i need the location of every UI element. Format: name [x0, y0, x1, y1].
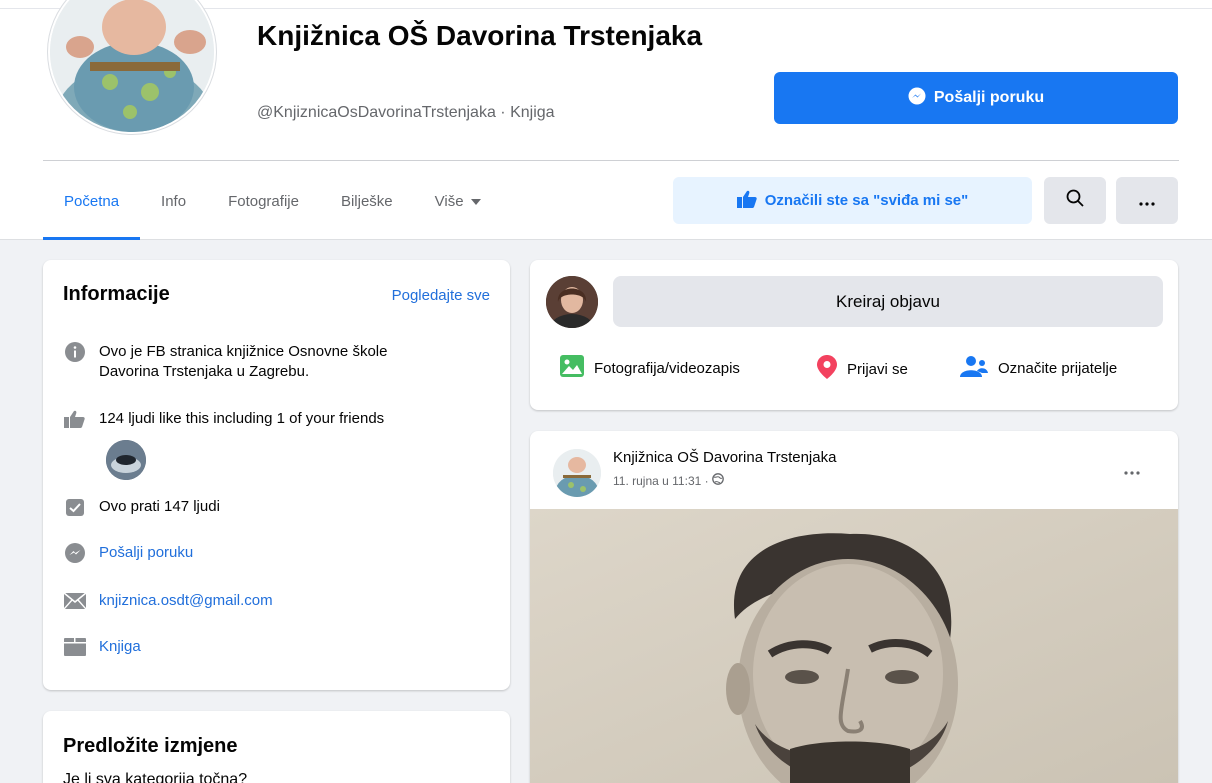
- tab-more[interactable]: Više: [414, 162, 503, 240]
- tab-more-label: Više: [434, 192, 464, 210]
- followers-count: Ovo prati 147 ljudi: [99, 498, 220, 515]
- followers-row: Ovo prati 147 ljudi: [63, 497, 220, 517]
- email-row: knjiznica.osdt@gmail.com: [63, 591, 273, 611]
- post-author-name[interactable]: Knjižnica OŠ Davorina Trstenjaka: [613, 449, 836, 466]
- more-icon: [1124, 462, 1140, 480]
- post-more-button[interactable]: [1116, 459, 1148, 483]
- caret-down-icon: [470, 193, 482, 210]
- book-icon: [63, 637, 87, 657]
- tab-info[interactable]: Info: [140, 162, 207, 240]
- post-meta: 11. rujna u 11:31 ·: [613, 473, 724, 488]
- send-message-label: Pošalji poruku: [933, 89, 1045, 106]
- photo-video-label: Fotografija/videozapis: [594, 359, 740, 377]
- suggest-edits-title: Predložite izmjene: [63, 735, 238, 757]
- tab-home[interactable]: Početna: [43, 162, 141, 240]
- info-description-row: Ovo je FB stranica knjižnice Osnovne ško…: [63, 342, 483, 382]
- tag-friends-icon: [960, 355, 988, 381]
- tab-notes-label: Bilješke: [340, 192, 393, 210]
- globe-icon: [711, 473, 724, 488]
- suggest-edits-card: Predložite izmjene Je li sva kategorija …: [43, 711, 510, 783]
- tab-info-label: Info: [161, 192, 187, 210]
- tab-photos-label: Fotografije: [228, 192, 299, 210]
- category-row: Knjiga: [63, 637, 141, 657]
- tab-photos[interactable]: Fotografije: [207, 162, 320, 240]
- check-in-action[interactable]: Prijavi se: [817, 355, 908, 383]
- tag-friends-label: Označite prijatelje: [998, 359, 1118, 377]
- page-profile-picture[interactable]: [48, 0, 216, 134]
- thumbs-up-icon: [736, 190, 757, 212]
- info-card: Informacije Pogledajte sve Ovo je FB str…: [43, 260, 510, 690]
- send-message-button[interactable]: Pošalji poruku: [774, 72, 1178, 124]
- header-divider: [43, 160, 1179, 161]
- send-message-link[interactable]: Pošalji poruku: [99, 543, 193, 563]
- location-pin-icon: [817, 355, 837, 383]
- photo-video-action[interactable]: Fotografija/videozapis: [560, 355, 740, 381]
- tab-notes[interactable]: Bilješke: [320, 162, 414, 240]
- info-card-title: Informacije: [63, 283, 170, 305]
- page-tabs: Početna Info Fotografije Bilješke Više: [43, 162, 503, 240]
- messenger-icon: [63, 543, 87, 563]
- messenger-icon: [908, 87, 926, 110]
- liked-button[interactable]: Označili ste sa "sviđa mi se": [673, 177, 1032, 224]
- post-author-avatar[interactable]: [553, 449, 601, 497]
- user-avatar[interactable]: [546, 276, 598, 328]
- suggest-edits-question: Je li sva kategorija točna?: [63, 771, 248, 783]
- photo-icon: [560, 355, 584, 381]
- post-timestamp[interactable]: 11. rujna u 11:31 ·: [613, 474, 709, 488]
- page-header: Knjižnica OŠ Davorina Trstenjaka @Knjizn…: [0, 0, 1212, 240]
- more-icon: [1139, 190, 1155, 211]
- likes-count: 124 ljudi like this including 1 of your …: [99, 410, 385, 427]
- create-post-input[interactable]: Kreiraj objavu: [613, 276, 1163, 327]
- more-options-button[interactable]: [1116, 177, 1178, 224]
- friend-avatar[interactable]: [106, 440, 146, 480]
- thumbs-up-icon: [63, 409, 87, 429]
- likes-row: 124 ljudi like this including 1 of your …: [63, 409, 384, 429]
- search-button[interactable]: [1044, 177, 1106, 224]
- page-description: Ovo je FB stranica knjižnice Osnovne ško…: [99, 343, 388, 380]
- info-icon: [63, 342, 87, 362]
- liked-label: Označili ste sa "sviđa mi se": [764, 192, 969, 209]
- check-in-label: Prijavi se: [847, 360, 908, 378]
- see-all-link[interactable]: Pogledajte sve: [392, 287, 490, 304]
- tab-home-label: Početna: [64, 192, 120, 210]
- envelope-icon: [63, 591, 87, 611]
- page-handle-category: @KnjiznicaOsDavorinaTrstenjaka · Knjiga: [257, 104, 555, 121]
- send-message-row: Pošalji poruku: [63, 543, 193, 563]
- post-photo[interactable]: [530, 509, 1178, 783]
- email-link[interactable]: knjiznica.osdt@gmail.com: [99, 591, 273, 611]
- follow-check-icon: [63, 497, 87, 517]
- tag-friends-action[interactable]: Označite prijatelje: [960, 355, 1117, 381]
- category-link[interactable]: Knjiga: [99, 637, 141, 657]
- page-title: Knjižnica OŠ Davorina Trstenjaka: [257, 20, 703, 51]
- search-icon: [1066, 189, 1084, 212]
